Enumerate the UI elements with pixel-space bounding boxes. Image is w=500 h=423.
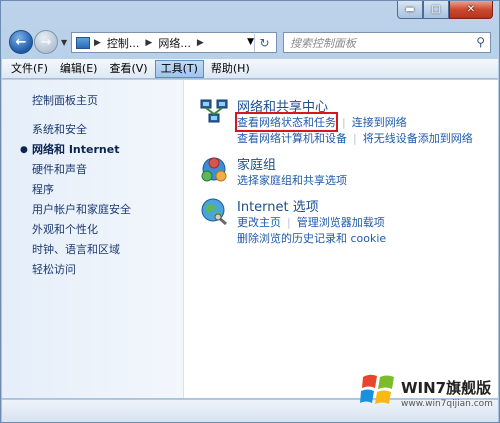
change-homepage-link[interactable]: 更改主页	[237, 214, 281, 230]
connect-network-link[interactable]: 连接到网络	[352, 114, 407, 130]
sidebar-item-label: 网络和 Internet	[32, 143, 120, 156]
breadcrumb-separator-icon[interactable]: ▶	[94, 38, 101, 48]
forward-button[interactable]: →	[34, 30, 58, 54]
manage-addons-link[interactable]: 管理浏览器加载项	[297, 214, 385, 230]
internet-options-icon	[201, 198, 227, 226]
search-icon[interactable]: ⚲	[476, 35, 485, 49]
forward-arrow-icon: →	[40, 34, 52, 50]
close-button[interactable]: ✕	[449, 1, 493, 19]
control-panel-window: ▬ □ ✕ ← → ▼ ▶ 控制... ▶ 网络... ▶ ▼ ↻ 搜索控制面板…	[0, 0, 500, 423]
breadcrumb-separator-icon[interactable]: ▶	[197, 38, 204, 48]
maximize-button[interactable]: □	[423, 1, 449, 19]
sidebar-item-hardware-sound[interactable]: 硬件和声音	[32, 160, 131, 180]
watermark: WIN7旗舰版 www.win7qijian.com	[357, 359, 499, 421]
minimize-button[interactable]: ▬	[397, 1, 423, 19]
sidebar-item-ease-of-access[interactable]: 轻松访问	[32, 260, 131, 280]
sidebar-category-list: 系统和安全 ● 网络和 Internet 硬件和声音 程序 用户帐户和家庭安全 外…	[20, 120, 131, 280]
history-dropdown-icon[interactable]: ▼	[61, 38, 67, 47]
menu-file[interactable]: 文件(F)	[6, 60, 53, 78]
add-wireless-device-link[interactable]: 将无线设备添加到网络	[363, 130, 473, 146]
internet-links-row-1: 更改主页 | 管理浏览器加载项	[237, 214, 385, 230]
breadcrumb-control-panel[interactable]: 控制...	[107, 35, 140, 51]
close-icon: ✕	[466, 4, 476, 15]
link-separator: |	[287, 216, 291, 229]
sidebar-item-network-internet[interactable]: ● 网络和 Internet	[20, 140, 131, 160]
back-button[interactable]: ←	[9, 30, 33, 54]
network-links-row-1: 查看网络状态和任务 | 连接到网络	[235, 112, 407, 132]
refresh-button[interactable]: ↻	[254, 34, 274, 52]
back-arrow-icon: ←	[15, 34, 27, 50]
link-separator: |	[342, 116, 346, 129]
watermark-url: www.win7qijian.com	[401, 399, 493, 409]
menu-tools[interactable]: 工具(T)	[154, 59, 204, 78]
refresh-icon: ↻	[259, 36, 270, 50]
search-input[interactable]: 搜索控制面板 ⚲	[283, 32, 491, 53]
menu-help[interactable]: 帮助(H)	[206, 60, 255, 78]
current-bullet-icon: ●	[20, 145, 28, 155]
menu-bar: 文件(F) 编辑(E) 查看(V) 工具(T) 帮助(H)	[2, 59, 498, 79]
homegroup-links-row: 选择家庭组和共享选项	[237, 172, 347, 188]
content-area: 控制面板主页 系统和安全 ● 网络和 Internet 硬件和声音 程序 用户帐户…	[2, 80, 498, 398]
sidebar: 控制面板主页 系统和安全 ● 网络和 Internet 硬件和声音 程序 用户帐户…	[2, 80, 184, 398]
internet-links-row-2: 删除浏览的历史记录和 cookie	[237, 230, 386, 246]
internet-options-title[interactable]: Internet 选项	[237, 196, 319, 215]
windows-logo-icon	[360, 374, 394, 404]
main-panel: 网络和共享中心 查看网络状态和任务 | 连接到网络 查看网络计算机和设备 | 将无线设备…	[185, 80, 498, 398]
sidebar-home-link[interactable]: 控制面板主页	[32, 92, 98, 108]
maximize-icon: □	[431, 4, 441, 15]
view-network-status-link[interactable]: 查看网络状态和任务	[235, 112, 338, 132]
window-controls: ▬ □ ✕	[397, 1, 493, 19]
network-sharing-icon	[200, 99, 228, 123]
control-panel-icon	[76, 36, 90, 49]
homegroup-options-link[interactable]: 选择家庭组和共享选项	[237, 172, 347, 188]
address-dropdown-icon[interactable]: ▼	[247, 37, 254, 47]
address-bar[interactable]: ▶ 控制... ▶ 网络... ▶ ▼	[71, 32, 277, 53]
homegroup-icon	[201, 157, 227, 182]
sidebar-item-user-accounts[interactable]: 用户帐户和家庭安全	[32, 200, 131, 220]
search-placeholder: 搜索控制面板	[290, 36, 356, 50]
network-links-row-2: 查看网络计算机和设备 | 将无线设备添加到网络	[237, 130, 473, 146]
sidebar-item-clock-region[interactable]: 时钟、语言和区域	[32, 240, 131, 260]
delete-history-link[interactable]: 删除浏览的历史记录和 cookie	[237, 230, 386, 246]
sidebar-item-appearance[interactable]: 外观和个性化	[32, 220, 131, 240]
menu-view[interactable]: 查看(V)	[104, 60, 152, 78]
menu-edit[interactable]: 编辑(E)	[55, 60, 103, 78]
title-bar: ▬ □ ✕	[1, 1, 499, 23]
sidebar-item-system-security[interactable]: 系统和安全	[32, 120, 131, 140]
watermark-brand: WIN7旗舰版	[401, 379, 492, 397]
sidebar-item-programs[interactable]: 程序	[32, 180, 131, 200]
breadcrumb-separator-icon[interactable]: ▶	[145, 38, 152, 48]
view-network-computers-link[interactable]: 查看网络计算机和设备	[237, 130, 347, 146]
breadcrumb-network[interactable]: 网络...	[158, 35, 191, 51]
network-sharing-title[interactable]: 网络和共享中心	[237, 96, 328, 115]
homegroup-title[interactable]: 家庭组	[237, 154, 276, 173]
link-separator: |	[353, 132, 357, 145]
address-row: ← → ▼ ▶ 控制... ▶ 网络... ▶ ▼ ↻ 搜索控制面板 ⚲	[1, 25, 499, 57]
minimize-icon: ▬	[405, 4, 415, 15]
